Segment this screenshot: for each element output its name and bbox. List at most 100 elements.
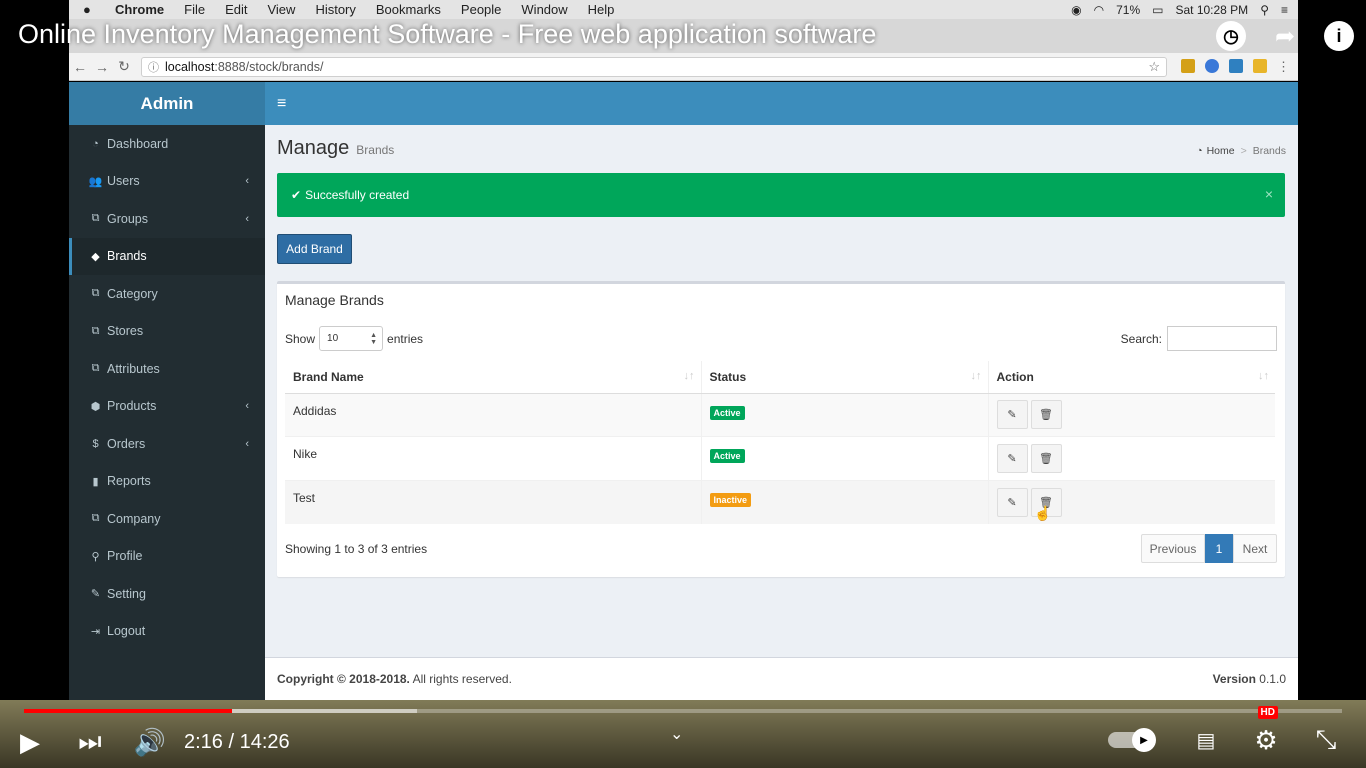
sidebar-item-dashboard[interactable]: ◔ Dashboard — [69, 125, 265, 163]
next-video-icon[interactable]: ⏭ — [60, 718, 120, 766]
apple-icon[interactable]: ● — [83, 2, 97, 17]
extension-icon[interactable] — [1253, 58, 1267, 73]
previous-button[interactable]: Previous — [1141, 534, 1205, 563]
app-logo[interactable]: Admin — [69, 82, 265, 125]
brand-name: Addidas — [293, 403, 337, 418]
pagination: Previous 1 Next — [1141, 534, 1277, 563]
column-brand-name[interactable]: Brand Name ↓↑ — [285, 361, 701, 394]
page-size-select[interactable]: 10 ▲ ▼ — [319, 326, 384, 351]
table-row: Test Inactive ✎ 🗑 — [285, 479, 1275, 524]
chevron-down-icon[interactable]: ⌄ — [670, 724, 683, 744]
column-status[interactable]: Status ↓↑ — [700, 361, 988, 394]
delete-button[interactable]: 🗑 — [1030, 400, 1062, 430]
sidebar-item-setting[interactable]: ✎ Setting — [69, 575, 265, 613]
sidebar-item-users[interactable]: 👥 Users ‹ — [69, 163, 265, 201]
sidebar-item-company[interactable]: ⧉ Company — [69, 500, 265, 538]
menubar-clock[interactable]: Sat 10:28 PM — [1175, 3, 1248, 17]
close-icon[interactable]: × — [1265, 186, 1273, 202]
chrome-menu-icon[interactable]: ⋮ — [1277, 59, 1290, 75]
browser-toolbar: ← → ↻ ⓘ localhost :8888/stock/brands/ ☆ … — [69, 53, 1298, 81]
sidebar-item-attributes[interactable]: ⧉ Attributes — [69, 350, 265, 388]
sidebar-item-label: Products — [107, 399, 157, 414]
info-icon[interactable]: ⓘ — [148, 59, 159, 75]
edit-button[interactable]: ✎ — [996, 443, 1028, 473]
add-brand-button[interactable]: Add Brand — [277, 234, 352, 264]
info-icon[interactable]: i — [1312, 16, 1366, 56]
extension-icon[interactable] — [1181, 58, 1195, 73]
sidebar-item-products[interactable]: ⬢ Products ‹ — [69, 388, 265, 426]
breadcrumb-home[interactable]: Home — [1207, 145, 1235, 157]
menu-item-help[interactable]: Help — [588, 2, 615, 17]
tags-icon: ◆ — [91, 250, 100, 263]
page-size-value: 10 — [327, 333, 339, 344]
edit-button[interactable]: ✎ — [996, 487, 1028, 517]
column-action[interactable]: Action ↓↑ — [987, 361, 1275, 394]
brand-name-cell: Nike — [285, 436, 701, 480]
page-header: Manage Brands — [277, 137, 394, 160]
brands-box: Manage Brands Show 10 ▲ ▼ entries Search:… — [277, 281, 1285, 577]
menu-item-window[interactable]: Window — [521, 2, 567, 17]
sidebar-toggle-icon[interactable]: ≡ — [277, 95, 286, 113]
edit-button[interactable]: ✎ — [996, 400, 1028, 430]
back-icon[interactable]: ← — [69, 59, 91, 75]
spotlight-icon[interactable]: ⚲ — [1260, 3, 1269, 17]
bookmark-star-icon[interactable]: ☆ — [1148, 59, 1160, 75]
sidebar-item-groups[interactable]: ⧉ Groups ‹ — [69, 200, 265, 238]
exit-fullscreen-icon[interactable]: ⤡ — [1296, 716, 1356, 764]
battery-icon[interactable]: ▭ — [1152, 3, 1163, 17]
sidebar-item-label: Orders — [107, 436, 146, 451]
menu-item-people[interactable]: People — [461, 2, 501, 17]
record-icon[interactable]: ◉ — [1071, 3, 1081, 17]
sidebar-item-reports[interactable]: ▮ Reports — [69, 463, 265, 501]
sidebar-item-label: Brands — [107, 249, 147, 264]
battery-percent[interactable]: 71% — [1116, 3, 1140, 17]
sidebar-item-orders[interactable]: $ Orders ‹ — [69, 425, 265, 463]
subtitles-icon[interactable]: ▤ — [1176, 716, 1236, 764]
select-arrows-icon: ▲ ▼ — [370, 331, 378, 346]
breadcrumb: ◔ Home > Brands — [1196, 145, 1286, 157]
settings-icon[interactable]: ⚙ HD — [1236, 706, 1296, 764]
table-header-row: Brand Name ↓↑ Status ↓↑ Action ↓↑ — [285, 361, 1275, 394]
category-icon: ⧉ — [91, 287, 100, 300]
autoplay-toggle[interactable]: ▶ — [1108, 728, 1156, 752]
page-1-button[interactable]: 1 — [1205, 534, 1233, 563]
sidebar-item-profile[interactable]: ⚲ Profile — [69, 538, 265, 576]
watch-later-icon[interactable]: ◷ — [1204, 16, 1258, 56]
share-icon[interactable]: ➦ — [1258, 16, 1312, 56]
video-top-actions: ◷ ➦ i — [1204, 16, 1366, 56]
sidebar-item-logout[interactable]: ⇥ Logout — [69, 613, 265, 651]
wifi-icon[interactable]: ◠ — [1094, 3, 1104, 17]
stores-icon: ⧉ — [91, 324, 100, 337]
sidebar-item-category[interactable]: ⧉ Category — [69, 275, 265, 313]
delete-button[interactable]: 🗑 — [1030, 443, 1062, 473]
volume-icon[interactable]: 🔊 — [120, 718, 180, 766]
menu-item-bookmarks[interactable]: Bookmarks — [376, 2, 441, 17]
sort-icon[interactable]: ↓↑ — [1258, 370, 1269, 382]
main-content: Manage Brands ◔ Home > Brands ✔ Succesfu… — [265, 125, 1298, 657]
status-cell: Active — [700, 392, 988, 437]
chevron-left-icon: ‹ — [245, 400, 249, 413]
forward-icon[interactable]: → — [91, 59, 113, 75]
sort-icon[interactable]: ↓↑ — [971, 370, 982, 382]
menu-item-edit[interactable]: Edit — [225, 2, 247, 17]
menu-item-file[interactable]: File — [184, 2, 205, 17]
video-title[interactable]: Online Inventory Management Software - F… — [18, 19, 876, 50]
sidebar-item-brands[interactable]: ◆ Brands — [69, 237, 265, 275]
notification-center-icon[interactable]: ≡ — [1281, 3, 1288, 17]
address-bar[interactable]: ⓘ localhost :8888/stock/brands/ ☆ — [141, 56, 1167, 77]
menu-item-chrome[interactable]: Chrome — [115, 2, 164, 17]
sort-icon[interactable]: ↓↑ — [684, 370, 695, 382]
sidebar-item-label: Profile — [107, 549, 143, 564]
menu-item-history[interactable]: History — [315, 2, 355, 17]
sidebar-item-label: Attributes — [107, 361, 160, 376]
sidebar-item-label: Groups — [107, 211, 148, 226]
menu-item-view[interactable]: View — [267, 2, 295, 17]
sidebar-item-stores[interactable]: ⧉ Stores — [69, 313, 265, 351]
extension-icon[interactable] — [1205, 58, 1219, 73]
search-input[interactable] — [1167, 326, 1277, 351]
next-button[interactable]: Next — [1233, 534, 1277, 563]
reload-icon[interactable]: ↻ — [113, 58, 135, 75]
play-icon[interactable]: ▶ — [0, 718, 60, 766]
extension-icon[interactable] — [1229, 58, 1243, 73]
video-progress-bar[interactable] — [24, 709, 1342, 713]
